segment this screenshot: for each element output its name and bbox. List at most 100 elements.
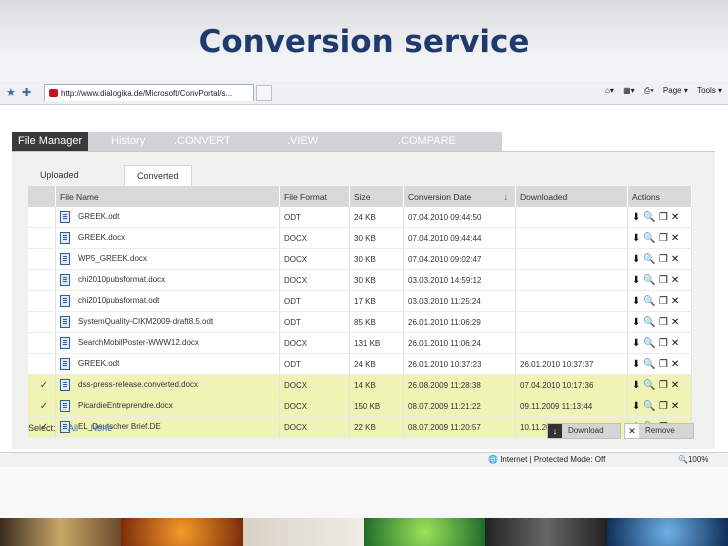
document-icon	[60, 232, 70, 244]
preview-icon[interactable]: 🔍	[643, 401, 655, 412]
delete-icon[interactable]: ✕	[671, 338, 679, 349]
browser-tab[interactable]: http://www.dialogika.de/Microsoft/ConvPo…	[44, 84, 254, 101]
row-checkbox[interactable]: ✓	[28, 395, 56, 417]
table-row[interactable]: chi2010pubsformat.docx DOCX 30 KB 03.03.201…	[28, 269, 692, 291]
preview-icon[interactable]: 🔍	[643, 359, 655, 370]
download-button[interactable]: ↓ Download	[547, 423, 621, 439]
download-icon[interactable]: ⬇	[632, 401, 640, 412]
col-downloaded[interactable]: Downloaded	[515, 186, 628, 207]
download-icon[interactable]: ⬇	[632, 254, 640, 265]
row-checkbox[interactable]	[28, 207, 56, 228]
copy-icon[interactable]: ❐	[659, 338, 668, 349]
row-checkbox[interactable]	[28, 311, 56, 333]
row-checkbox[interactable]	[28, 269, 56, 291]
size-cell: 30 KB	[349, 227, 404, 249]
home-icon[interactable]: ⌂▾	[605, 86, 614, 95]
table-row[interactable]: GREEK.docx DOCX 30 KB 07.04.2010 09:44:44 ⬇ 🔍…	[28, 227, 692, 249]
download-icon[interactable]: ⬇	[632, 317, 640, 328]
delete-icon[interactable]: ✕	[671, 401, 679, 412]
nav-history[interactable]: History	[111, 132, 145, 151]
add-favorite-icon[interactable]: ✚	[22, 86, 31, 99]
zoom-level[interactable]: 🔍100%	[678, 455, 708, 464]
file-name-cell: dss-press-release.converted.docx	[55, 374, 280, 396]
delete-icon[interactable]: ✕	[671, 275, 679, 286]
download-icon[interactable]: ⬇	[632, 233, 640, 244]
col-file-format[interactable]: File Format	[279, 186, 350, 207]
file-name-cell: chi2010pubsformat.odt	[55, 290, 280, 312]
nav-file-manager[interactable]: File Manager	[12, 132, 89, 151]
print-icon[interactable]: ⎙▾	[644, 86, 654, 95]
document-icon	[60, 400, 70, 412]
col-file-name[interactable]: File Name	[55, 186, 280, 207]
copy-icon[interactable]: ❐	[659, 212, 668, 223]
copy-icon[interactable]: ❐	[659, 359, 668, 370]
table-row[interactable]: ✓ dss-press-release.converted.docx DOCX 14 …	[28, 374, 692, 396]
table-row[interactable]: SearchMobilPoster-WWW12.docx DOCX 131 KB 26…	[28, 332, 692, 354]
download-icon[interactable]: ⬇	[632, 275, 640, 286]
row-checkbox[interactable]	[28, 353, 56, 375]
conversion-date-cell: 08.07.2009 11:21:22	[403, 395, 516, 417]
preview-icon[interactable]: 🔍	[643, 317, 655, 328]
preview-icon[interactable]: 🔍	[643, 338, 655, 349]
table-row[interactable]: GREEK.odt ODT 24 KB 26.01.2010 10:37:23 26.0…	[28, 353, 692, 375]
delete-icon[interactable]: ✕	[671, 212, 679, 223]
preview-icon[interactable]: 🔍	[643, 275, 655, 286]
file-format-cell: DOCX	[279, 248, 350, 270]
row-checkbox[interactable]: ✓	[28, 374, 56, 396]
downloaded-cell	[515, 227, 628, 249]
page-menu[interactable]: Page ▾	[663, 86, 688, 95]
site-favicon-icon	[49, 89, 58, 97]
size-cell: 150 KB	[349, 395, 404, 417]
col-conversion-date[interactable]: Conversion Date ↓	[403, 186, 516, 207]
tools-menu[interactable]: Tools ▾	[697, 86, 722, 95]
preview-icon[interactable]: 🔍	[643, 254, 655, 265]
copy-icon[interactable]: ❐	[659, 233, 668, 244]
copy-icon[interactable]: ❐	[659, 401, 668, 412]
delete-icon[interactable]: ✕	[671, 296, 679, 307]
copy-icon[interactable]: ❐	[659, 275, 668, 286]
conversion-date-cell: 03.03.2010 11:25:24	[403, 290, 516, 312]
delete-icon[interactable]: ✕	[671, 380, 679, 391]
delete-icon[interactable]: ✕	[671, 317, 679, 328]
download-icon[interactable]: ⬇	[632, 212, 640, 223]
row-checkbox[interactable]	[28, 332, 56, 354]
nav-convert[interactable]: .CONVERT	[174, 132, 231, 151]
col-size[interactable]: Size	[349, 186, 404, 207]
delete-icon[interactable]: ✕	[671, 233, 679, 244]
copy-icon[interactable]: ❐	[659, 254, 668, 265]
copy-icon[interactable]: ❐	[659, 317, 668, 328]
row-checkbox[interactable]	[28, 248, 56, 270]
download-icon[interactable]: ⬇	[632, 359, 640, 370]
favorites-star-icon[interactable]: ★	[6, 86, 16, 99]
row-checkbox[interactable]	[28, 227, 56, 249]
tab-uploaded-files[interactable]: Uploaded Files	[40, 165, 79, 200]
copy-icon[interactable]: ❐	[659, 380, 668, 391]
preview-icon[interactable]: 🔍	[643, 212, 655, 223]
table-row[interactable]: WP5_GREEK.docx DOCX 30 KB 07.04.2010 09:02:…	[28, 248, 692, 270]
table-row[interactable]: SystemQuality-CIKM2009-draft8.5.odt ODT 85…	[28, 311, 692, 333]
table-row[interactable]: ✓ PicardieEntreprendre.docx DOCX 150 KB 08.0…	[28, 395, 692, 417]
nav-view[interactable]: .VIEW	[287, 132, 318, 151]
remove-icon: ✕	[625, 424, 639, 438]
table-row[interactable]: chi2010pubsformat.odt ODT 17 KB 03.03.2010 …	[28, 290, 692, 312]
new-tab-button[interactable]	[256, 85, 272, 101]
copy-icon[interactable]: ❐	[659, 296, 668, 307]
select-all-link[interactable]: All	[68, 423, 78, 433]
nav-compare[interactable]: .COMPARE	[398, 132, 456, 151]
document-icon	[60, 316, 70, 328]
delete-icon[interactable]: ✕	[671, 359, 679, 370]
download-icon[interactable]: ⬇	[632, 338, 640, 349]
preview-icon[interactable]: 🔍	[643, 296, 655, 307]
table-row[interactable]: GREEK.odt ODT 24 KB 07.04.2010 09:44:50 ⬇ 🔍 ❐ ✕	[28, 207, 692, 228]
select-none-link[interactable]: None	[91, 423, 113, 433]
conversion-date-cell: 07.04.2010 09:44:44	[403, 227, 516, 249]
preview-icon[interactable]: 🔍	[643, 380, 655, 391]
tab-converted-files[interactable]: Converted Files	[124, 165, 192, 201]
row-checkbox[interactable]	[28, 290, 56, 312]
remove-button[interactable]: ✕ Remove	[624, 423, 694, 439]
preview-icon[interactable]: 🔍	[643, 233, 655, 244]
download-icon[interactable]: ⬇	[632, 380, 640, 391]
download-icon[interactable]: ⬇	[632, 296, 640, 307]
feeds-icon[interactable]: ▦▾	[623, 86, 635, 95]
delete-icon[interactable]: ✕	[671, 254, 679, 265]
